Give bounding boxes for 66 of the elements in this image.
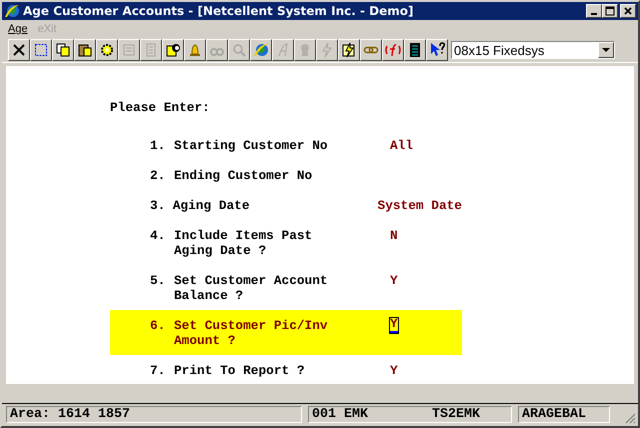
field-number: 5. xyxy=(150,272,166,290)
minimize-button[interactable] xyxy=(586,4,602,18)
gear-button[interactable] xyxy=(96,39,118,61)
user-text: 001 EMK xyxy=(312,406,368,422)
lightning-note-button[interactable] xyxy=(338,39,360,61)
minimize-icon xyxy=(591,13,597,15)
close-button[interactable] xyxy=(8,39,30,61)
calculator-button[interactable] xyxy=(404,39,426,61)
chain-link-button[interactable] xyxy=(360,39,382,61)
field-number: 2. xyxy=(150,168,166,182)
dropdown-button[interactable] xyxy=(598,42,614,58)
selection-icon xyxy=(33,42,49,58)
close-icon xyxy=(623,6,633,16)
font-dropdown[interactable]: 08x15 Fixedsys xyxy=(451,41,615,59)
field-value[interactable]: Y xyxy=(390,362,398,378)
field-label: Include Items Past Aging Date ? xyxy=(174,228,314,258)
menu-item[interactable]: Age xyxy=(8,23,28,35)
field-number: 6. xyxy=(150,318,166,334)
field-number: 7. xyxy=(150,362,166,378)
magnifier-icon xyxy=(231,42,247,58)
globe-icon xyxy=(253,42,269,58)
calculator-icon xyxy=(407,42,423,58)
close-icon xyxy=(11,42,27,58)
field-value[interactable]: N xyxy=(390,228,398,258)
field-number: 4. xyxy=(150,228,166,244)
copy-icon xyxy=(55,42,71,58)
globe-button[interactable] xyxy=(250,39,272,61)
resize-grip-icon[interactable] xyxy=(624,412,636,424)
copy-button[interactable] xyxy=(52,39,74,61)
window-title: Age Customer Accounts - [Netcellent System Inc. - Demo] xyxy=(23,4,414,18)
field-value[interactable]: All xyxy=(390,138,414,152)
lightning-note-icon xyxy=(341,42,357,58)
maximize-icon xyxy=(605,6,615,16)
field-number: 3. xyxy=(150,198,166,212)
bell-button[interactable] xyxy=(184,39,206,61)
field-value[interactable]: Y xyxy=(390,318,398,332)
field-label: Set Customer Account Balance ? xyxy=(174,272,329,302)
field-label: Set Customer Pic/Inv Amount ? xyxy=(174,318,329,348)
prompt-text: Please Enter: xyxy=(110,100,210,115)
area-text: Area: 1614 1857 xyxy=(10,406,130,422)
caret-icon xyxy=(602,48,610,52)
globe-icon xyxy=(4,3,20,19)
program-text: ARAGEBAL xyxy=(522,406,586,422)
gear-icon xyxy=(99,42,115,58)
field-number: 1. xyxy=(150,138,166,152)
bell-icon xyxy=(187,42,203,58)
field-value[interactable]: Y xyxy=(390,272,398,302)
user-card-icon xyxy=(165,42,181,58)
close-button[interactable] xyxy=(620,4,636,18)
help-pointer-button[interactable] xyxy=(426,39,448,61)
field-label: Starting Customer No xyxy=(174,138,329,152)
paste-icon xyxy=(77,42,93,58)
document-icon xyxy=(121,42,137,58)
terminal-text: TS2EMK xyxy=(432,406,480,422)
field-label: Ending Customer No xyxy=(174,168,314,182)
maximize-button[interactable] xyxy=(602,4,618,18)
field-label: Aging Date xyxy=(172,198,251,212)
lightning-icon xyxy=(319,42,335,58)
field-label: Print To Report ? xyxy=(174,362,306,378)
user-card-button[interactable] xyxy=(162,39,184,61)
paste-button[interactable] xyxy=(74,39,96,61)
help-pointer-icon xyxy=(429,42,445,58)
field-value[interactable]: System Date xyxy=(378,198,462,212)
function-button[interactable] xyxy=(382,39,404,61)
selection-button[interactable] xyxy=(30,39,52,61)
function-icon xyxy=(385,42,401,58)
